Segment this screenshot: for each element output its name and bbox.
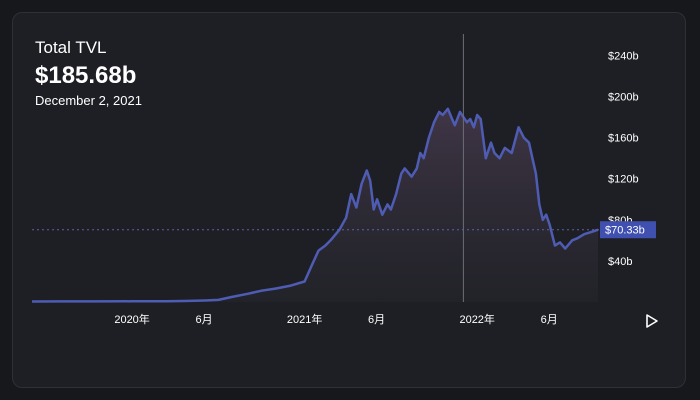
- plot-layer: [31, 34, 599, 303]
- tvl-area-fill: [32, 108, 598, 302]
- x-tick-label: 2021年: [287, 312, 322, 326]
- y-tick-label: $240b: [608, 50, 639, 62]
- x-tick-label: 2020年: [114, 312, 149, 326]
- current-value-text: $70.33b: [605, 225, 645, 237]
- x-tick-label: 6月: [368, 314, 385, 326]
- y-tick-label: $120b: [608, 174, 639, 186]
- x-tick-label: 6月: [195, 314, 212, 326]
- y-tick-label: $160b: [608, 133, 639, 145]
- y-tick-label: $40b: [608, 256, 632, 268]
- play-button[interactable]: [645, 313, 659, 329]
- x-axis-ticks: 2020年 6月 2021年 6月 2022年 6月: [114, 312, 557, 326]
- play-icon: [646, 314, 658, 328]
- x-tick-label: 6月: [541, 314, 558, 326]
- tvl-area-chart[interactable]: 2020年 6月 2021年 6月 2022年 6月 $40b$80b$120b$160b…: [0, 0, 700, 400]
- x-tick-label: 2022年: [459, 312, 494, 326]
- y-tick-label: $200b: [608, 92, 639, 104]
